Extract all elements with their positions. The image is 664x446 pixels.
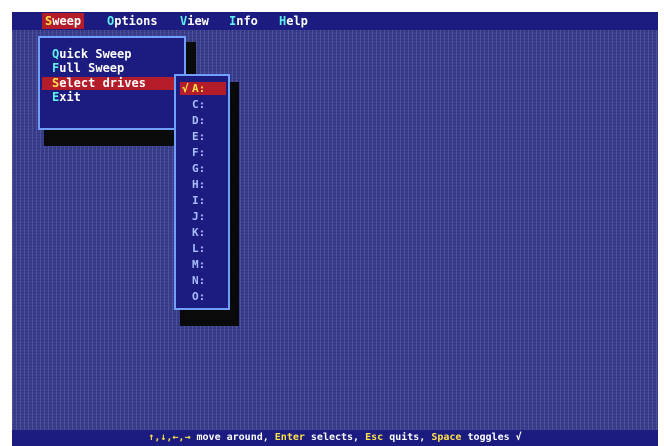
status-text: quits, [383, 432, 432, 443]
drive-label: K: [192, 226, 206, 239]
status-text: move around, [190, 432, 275, 443]
drive-label: I: [192, 194, 206, 207]
arrow-keys-hint: ↑,↓,←,→ [148, 432, 191, 443]
menu-help[interactable]: Help [276, 13, 311, 29]
drive-item[interactable]: M: [180, 258, 226, 271]
drive-label: J: [192, 210, 206, 223]
drive-label: O: [192, 290, 206, 303]
drive-label: L: [192, 242, 206, 255]
menu-item-quick-sweep[interactable]: Quick Sweep [48, 48, 186, 61]
menu-view[interactable]: View [177, 13, 212, 29]
esc-key-hint: Esc [365, 432, 384, 443]
menu-view-label: iew [187, 14, 209, 28]
drive-item[interactable]: L: [180, 242, 226, 255]
menu-help-label: elp [286, 14, 308, 28]
drive-item[interactable]: N: [180, 274, 226, 287]
drives-submenu: √ A: C: D: E: F: G: H: I: J: K: L: M: N: … [174, 74, 230, 310]
menu-item-full-sweep[interactable]: Full Sweep [48, 62, 186, 75]
drive-label: G: [192, 162, 206, 175]
menu-options-label: ptions [114, 14, 158, 28]
drive-item[interactable]: J: [180, 210, 226, 223]
enter-key-hint: Enter [274, 432, 305, 443]
quick-sweep-label: uick Sweep [59, 47, 132, 61]
drive-item[interactable]: K: [180, 226, 226, 239]
menu-options[interactable]: Options [104, 13, 161, 29]
dropdown-shadow-bottom [44, 130, 174, 146]
drive-label: D: [192, 114, 206, 127]
drive-item[interactable]: F: [180, 146, 226, 159]
drive-label: N: [192, 274, 206, 287]
drive-label: E: [192, 130, 206, 143]
menu-sweep[interactable]: Sweep [42, 13, 85, 29]
menu-info[interactable]: Info [226, 13, 261, 29]
menu-bar: Sweep Options View Info Help [12, 12, 658, 30]
drive-item[interactable]: I: [180, 194, 226, 207]
dos-screen: Sweep Options View Info Help Quick Sweep… [12, 12, 658, 446]
drive-label: A: [192, 82, 206, 95]
exit-label: xit [59, 90, 81, 104]
drive-label: M: [192, 258, 206, 271]
status-text: selects, [304, 432, 366, 443]
drive-item[interactable]: G: [180, 162, 226, 175]
menu-item-exit[interactable]: Exit [48, 91, 186, 104]
submenu-shadow-right [230, 82, 239, 316]
status-bar: ↑,↓,←,→ move around, Enter selects, Esc … [12, 430, 658, 446]
submenu-shadow-bottom [180, 310, 239, 326]
drive-label: F: [192, 146, 206, 159]
space-key-hint: Space [431, 432, 462, 443]
menu-sweep-label: weep [52, 14, 82, 28]
drive-item[interactable]: √ A: [180, 82, 226, 95]
drive-item[interactable]: O: [180, 290, 226, 303]
drive-item[interactable]: D: [180, 114, 226, 127]
drive-label: H: [192, 178, 206, 191]
menu-info-label: nfo [236, 14, 258, 28]
sweep-dropdown: Quick Sweep Full Sweep Select drives Exi… [38, 36, 202, 130]
status-text: toggles √ [461, 432, 522, 443]
drive-item[interactable]: H: [180, 178, 226, 191]
drive-item[interactable]: E: [180, 130, 226, 143]
select-drives-label: elect drives [59, 76, 146, 90]
drive-label: C: [192, 98, 206, 111]
full-sweep-label: ull Sweep [59, 61, 125, 75]
dropdown-shadow-right [186, 42, 196, 74]
drive-item[interactable]: C: [180, 98, 226, 111]
drive-check-icon: √ [182, 82, 189, 95]
